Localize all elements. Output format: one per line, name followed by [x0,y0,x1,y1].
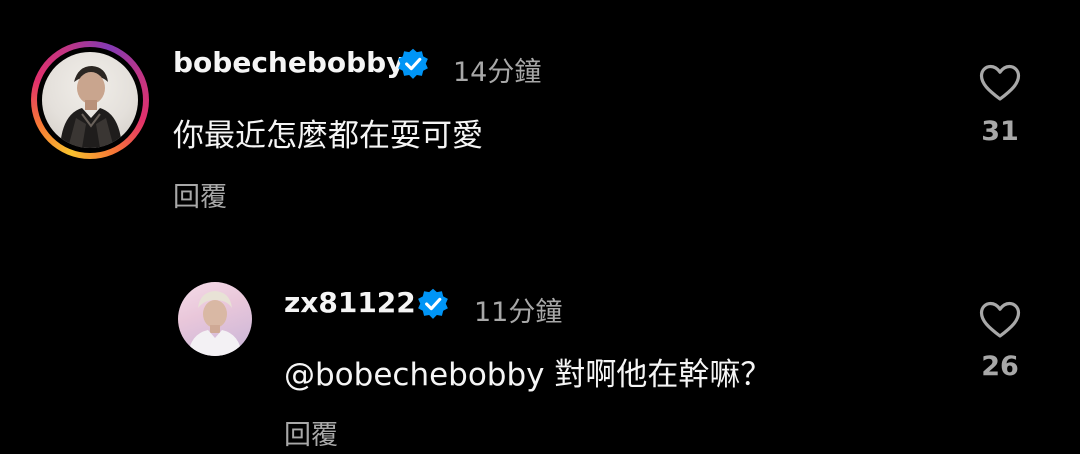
comment-item: bobechebobby 14分鐘 你最近怎麼都在耍可愛 回覆 31 [0,0,1080,230]
avatar-photo-icon [188,291,242,356]
comment-username[interactable]: bobechebobby [173,46,404,79]
heart-outline-icon[interactable] [978,63,1022,103]
like-count: 31 [981,116,1019,147]
reply-button[interactable]: 回覆 [284,413,338,452]
comment-timestamp: 11分鐘 [474,297,563,328]
like-count: 26 [981,351,1019,382]
reply-comment-item: zx81122 11分鐘 @bobechebobby 對啊他在幹嘛？ 回覆 26 [0,270,1080,454]
comment-text: @bobechebobby 對啊他在幹嘛？ [284,357,772,393]
avatar[interactable] [178,282,252,356]
comment-username[interactable]: zx81122 [284,286,416,319]
reply-button[interactable]: 回覆 [173,175,227,214]
comment-text: 你最近怎麼都在耍可愛 [173,118,483,154]
avatar[interactable] [42,52,138,148]
heart-outline-icon[interactable] [978,300,1022,340]
avatar-photo-icon [60,66,122,148]
comment-timestamp: 14分鐘 [453,57,542,88]
verified-badge-icon [398,48,428,79]
avatar-story-ring[interactable] [31,41,149,159]
verified-badge-icon [418,288,448,319]
